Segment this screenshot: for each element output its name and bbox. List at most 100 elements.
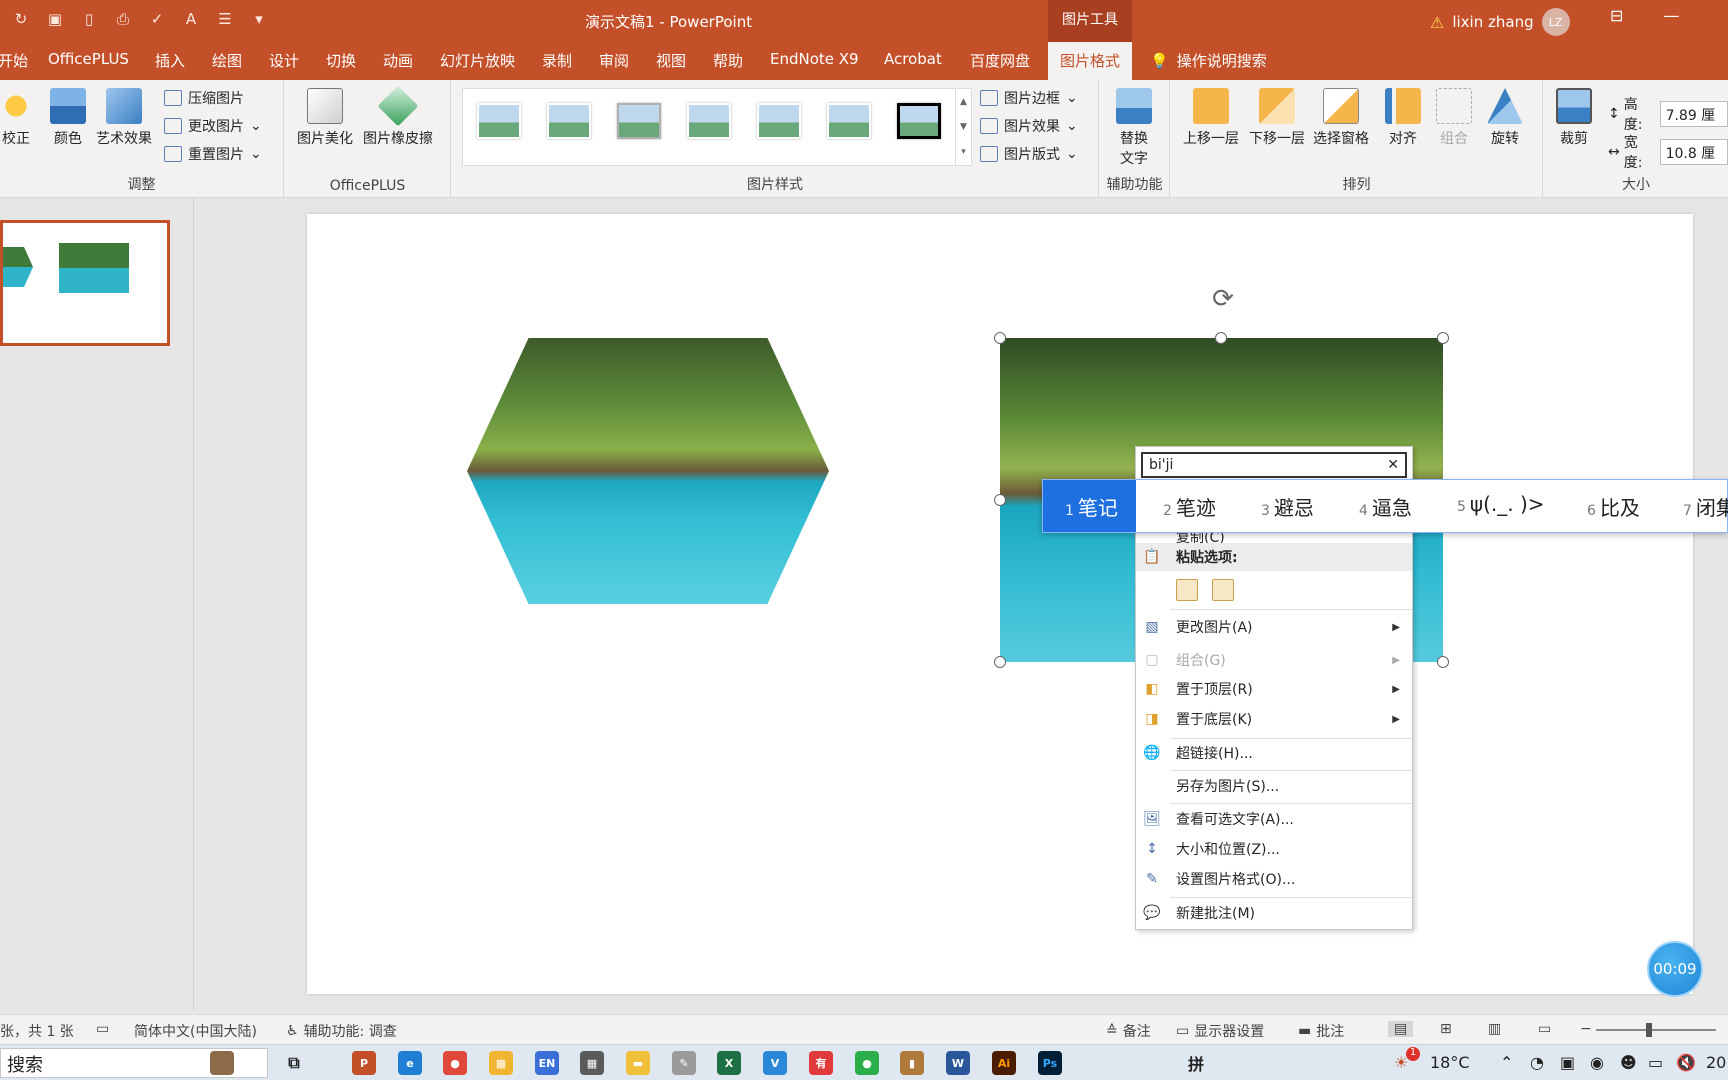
slideshow-view-icon[interactable]: ▭ (1538, 1021, 1551, 1037)
rotate-button[interactable]: 旋转 (1487, 88, 1523, 148)
close-icon[interactable]: ✕ (1387, 457, 1399, 473)
normal-view-icon[interactable]: ▤ (1388, 1021, 1414, 1037)
width-input[interactable]: 10.8 厘 (1659, 139, 1728, 165)
picture-beautify-button[interactable]: 图片美化 (297, 88, 353, 148)
artistic-effects-button[interactable]: 艺术效果 (96, 88, 152, 148)
tray-app-icon[interactable]: ◉ (1590, 1053, 1604, 1072)
paste-keep-format-icon[interactable] (1176, 579, 1198, 601)
excel-icon[interactable]: X (717, 1051, 741, 1075)
redo-icon[interactable]: ↻ (10, 8, 32, 30)
search-highlight-icon[interactable] (210, 1051, 234, 1075)
slide-sorter-icon[interactable]: ⊞ (1440, 1021, 1452, 1037)
tab-draw[interactable]: 绘图 (212, 50, 242, 71)
crop-button[interactable]: 裁剪 (1556, 88, 1592, 148)
tab-officeplus[interactable]: OfficePLUS (48, 50, 129, 68)
accessibility-status[interactable]: ♿ 辅助功能: 调查 (286, 1021, 397, 1041)
resize-handle[interactable] (994, 332, 1006, 344)
hexagon-picture[interactable] (467, 338, 829, 604)
scroll-up-icon[interactable]: ▲ (960, 97, 967, 107)
illustrator-icon[interactable]: Ai (992, 1051, 1016, 1075)
present-icon[interactable]: ▣ (44, 8, 66, 30)
new-file-icon[interactable]: ▯ (78, 8, 100, 30)
send-backward-button[interactable]: 下移一层 (1249, 88, 1305, 148)
menu-new-comment[interactable]: 💬 新建批注(M) (1136, 899, 1412, 927)
ime-candidate-6[interactable]: 6 比及 (1587, 492, 1640, 521)
photoshop-icon[interactable]: Ps (1038, 1051, 1062, 1075)
wechat-icon[interactable]: ● (855, 1051, 879, 1075)
reading-view-icon[interactable]: ▥ (1488, 1021, 1501, 1037)
rotate-handle-icon[interactable]: ⟳ (1207, 283, 1239, 315)
warning-icon[interactable]: ⚠ (1430, 13, 1444, 32)
menu-change-picture[interactable]: ▧ 更改图片(A) ▶ (1136, 613, 1412, 641)
resize-handle[interactable] (994, 656, 1006, 668)
tab-transitions[interactable]: 切换 (326, 50, 356, 71)
picture-border-button[interactable]: 图片边框 ⌄ (980, 88, 1078, 108)
menu-size-position[interactable]: ↕ 大小和位置(Z)... (1136, 835, 1412, 863)
print-preview-icon[interactable]: ⎙ (112, 8, 134, 30)
paste-picture-icon[interactable] (1212, 579, 1234, 601)
tab-picture-format[interactable]: 图片格式 (1048, 42, 1133, 80)
task-view-icon[interactable]: ⧉ (282, 1051, 306, 1075)
compress-pictures-button[interactable]: 压缩图片 (164, 88, 244, 108)
minimize-icon[interactable]: — (1663, 6, 1679, 25)
style-thumb[interactable] (477, 103, 521, 139)
calculator-icon[interactable]: ▦ (580, 1051, 604, 1075)
mini-search-input[interactable]: bi'ji ✕ (1141, 452, 1407, 478)
recording-timer[interactable]: 00:09 (1647, 941, 1703, 997)
height-input[interactable]: 7.89 厘 (1659, 101, 1728, 127)
style-thumb[interactable] (617, 103, 661, 139)
resize-handle[interactable] (1437, 656, 1449, 668)
style-thumb[interactable] (547, 103, 591, 139)
tab-review[interactable]: 审阅 (599, 50, 629, 71)
ime-candidate-5[interactable]: 5 ψ(._. )> (1457, 492, 1545, 516)
menu-bring-to-front[interactable]: ◧ 置于顶层(R) ▶ (1136, 675, 1412, 703)
ime-candidate-4[interactable]: 4 逼急 (1359, 492, 1412, 521)
volume-muted-icon[interactable]: 🔇 (1676, 1053, 1696, 1072)
tab-animations[interactable]: 动画 (383, 50, 413, 71)
customize-qat-icon[interactable]: ▾ (248, 8, 270, 30)
alt-text-button[interactable]: 替换 文字 (1116, 88, 1152, 168)
dictionary-icon[interactable]: 有 (809, 1051, 833, 1075)
tab-endnote[interactable]: EndNote X9 (770, 50, 859, 68)
edge-icon[interactable]: e (398, 1051, 422, 1075)
tab-home[interactable]: 开始 (0, 50, 28, 71)
avatar[interactable]: LZ (1541, 8, 1570, 36)
user-area[interactable]: ⚠ lixin zhang LZ (1430, 8, 1570, 36)
picture-effects-button[interactable]: 图片效果 ⌄ (980, 116, 1078, 136)
zoom-slider[interactable] (1596, 1023, 1716, 1037)
powerpoint-icon[interactable]: P (352, 1051, 376, 1075)
menu-save-as-picture[interactable]: 另存为图片(S)... (1136, 772, 1412, 800)
style-thumb[interactable] (757, 103, 801, 139)
paint-icon[interactable]: ✎ (672, 1051, 696, 1075)
app-v-icon[interactable]: V (763, 1051, 787, 1075)
bring-forward-button[interactable]: 上移一层 (1183, 88, 1239, 148)
ime-pinyin-icon[interactable]: 拼 (1184, 1051, 1208, 1075)
change-picture-button[interactable]: 更改图片 ⌄ (164, 116, 262, 136)
height-field[interactable]: ↕ 高度: 7.89 厘 (1608, 94, 1728, 134)
color-button[interactable]: 颜色 (50, 88, 86, 148)
tab-help[interactable]: 帮助 (713, 50, 743, 71)
style-thumb[interactable] (827, 103, 871, 139)
resize-handle[interactable] (1215, 332, 1227, 344)
chrome-icon[interactable]: ● (443, 1051, 467, 1075)
menu-hyperlink[interactable]: 🌐 超链接(H)... (1136, 739, 1412, 767)
bullets-icon[interactable]: ☰ (214, 8, 236, 30)
display-settings-button[interactable]: ▭ 显示器设置 (1176, 1021, 1264, 1041)
clock[interactable]: 20 (1706, 1053, 1726, 1072)
scroll-down-icon[interactable]: ▼ (960, 122, 967, 132)
language-status[interactable]: 简体中文(中国大陆) (134, 1021, 257, 1041)
ime-candidate-3[interactable]: 3 避忌 (1261, 492, 1314, 521)
slide-canvas[interactable]: ⟳ (307, 214, 1693, 994)
style-thumb[interactable] (897, 103, 941, 139)
tab-acrobat[interactable]: Acrobat (884, 50, 942, 68)
style-thumb[interactable] (687, 103, 731, 139)
tab-design[interactable]: 设计 (269, 50, 299, 71)
temperature[interactable]: 18°C (1430, 1053, 1470, 1072)
battery-icon[interactable]: ▭ (1648, 1053, 1663, 1072)
spellcheck-status-icon[interactable]: ▭ (96, 1021, 109, 1037)
comments-button[interactable]: ▬ 批注 (1298, 1021, 1344, 1041)
resize-handle[interactable] (994, 494, 1006, 506)
ime-candidate-7[interactable]: 7 闭集 (1683, 492, 1728, 521)
more-styles-icon[interactable]: ▾ (961, 147, 966, 157)
gallery-scrollbar[interactable]: ▲ ▼ ▾ (955, 89, 971, 165)
